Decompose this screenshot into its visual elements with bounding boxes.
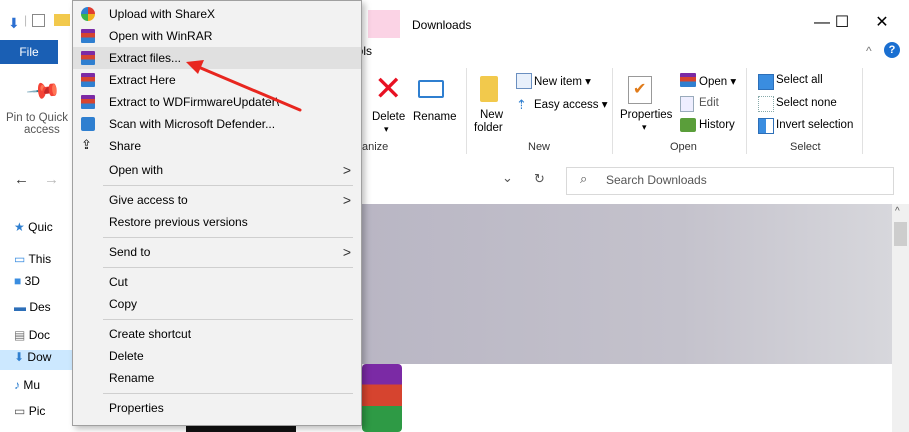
annotation-arrow <box>186 60 302 112</box>
arrow-shaft <box>194 64 302 112</box>
